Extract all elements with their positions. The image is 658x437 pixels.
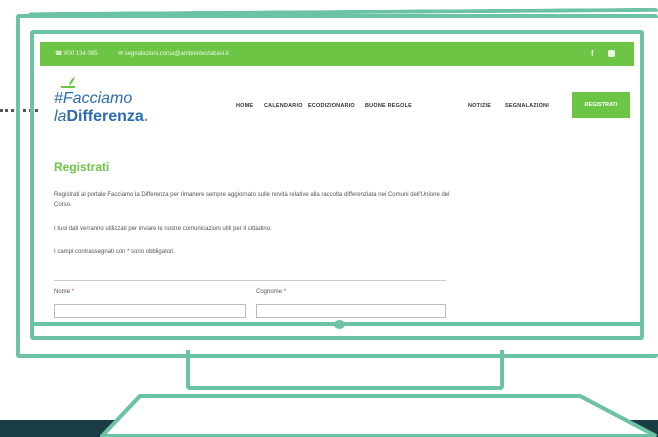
nav-notizie[interactable]: NOTIZIE: [468, 103, 491, 109]
email-link[interactable]: ✉ segnalazioni.corsa@ambientestabasi.it: [118, 42, 229, 66]
phone-link[interactable]: ☎ 800 134 085: [55, 42, 98, 66]
nav-segnalazioni[interactable]: SEGNALAZIONI: [505, 103, 549, 109]
facebook-icon[interactable]: f: [591, 42, 594, 66]
instagram-icon[interactable]: [608, 50, 615, 57]
cognome-input[interactable]: [256, 304, 446, 318]
cognome-required-star: *: [283, 289, 287, 295]
logo-line-2[interactable]: laDifferenza.: [54, 108, 148, 126]
nome-label: Nome *: [54, 289, 74, 295]
cognome-label-text: Cognome: [256, 289, 283, 295]
power-button-icon: [334, 320, 345, 329]
monitor-stand: [186, 350, 504, 390]
nav-registrati-button[interactable]: REGISTRATI: [572, 92, 630, 118]
logo-dot: .: [143, 108, 149, 125]
required-note: I campi contrassegnati con * sono obblig…: [54, 247, 454, 257]
nome-label-text: Nome: [54, 289, 71, 295]
logo-line-1[interactable]: #Facciamo: [54, 90, 132, 108]
monitor-base-overlay: [100, 394, 657, 437]
website-screen: ☎ 800 134 085 ✉ segnalazioni.corsa@ambie…: [40, 42, 634, 322]
intro-text: Registrati al portale Facciamo la Differ…: [54, 192, 450, 208]
page-title: Registrati: [54, 160, 110, 174]
form-divider: [54, 280, 446, 281]
top-contact-bar: ☎ 800 134 085 ✉ segnalazioni.corsa@ambie…: [40, 42, 634, 66]
nome-input[interactable]: [54, 304, 246, 318]
logo-la: la: [54, 108, 67, 125]
nav-buone-regole[interactable]: BUONE REGOLE: [365, 103, 412, 109]
required-suffix: sono obbligatori.: [129, 249, 176, 255]
logo-leaf-icon: [61, 77, 75, 88]
nome-required-star: *: [71, 289, 75, 295]
nav-calendario[interactable]: CALENDARIO: [264, 103, 303, 109]
cognome-label: Cognome *: [256, 289, 286, 295]
nav-home[interactable]: HOME: [236, 103, 253, 109]
nav-ecodizionario[interactable]: ECODIZIONARIO: [308, 103, 355, 109]
required-prefix: I campi contrassegnati con: [54, 249, 128, 255]
logo-differenza: Differenza: [66, 108, 144, 125]
privacy-text: I tuoi dati verranno utilizzati per invi…: [54, 226, 272, 232]
